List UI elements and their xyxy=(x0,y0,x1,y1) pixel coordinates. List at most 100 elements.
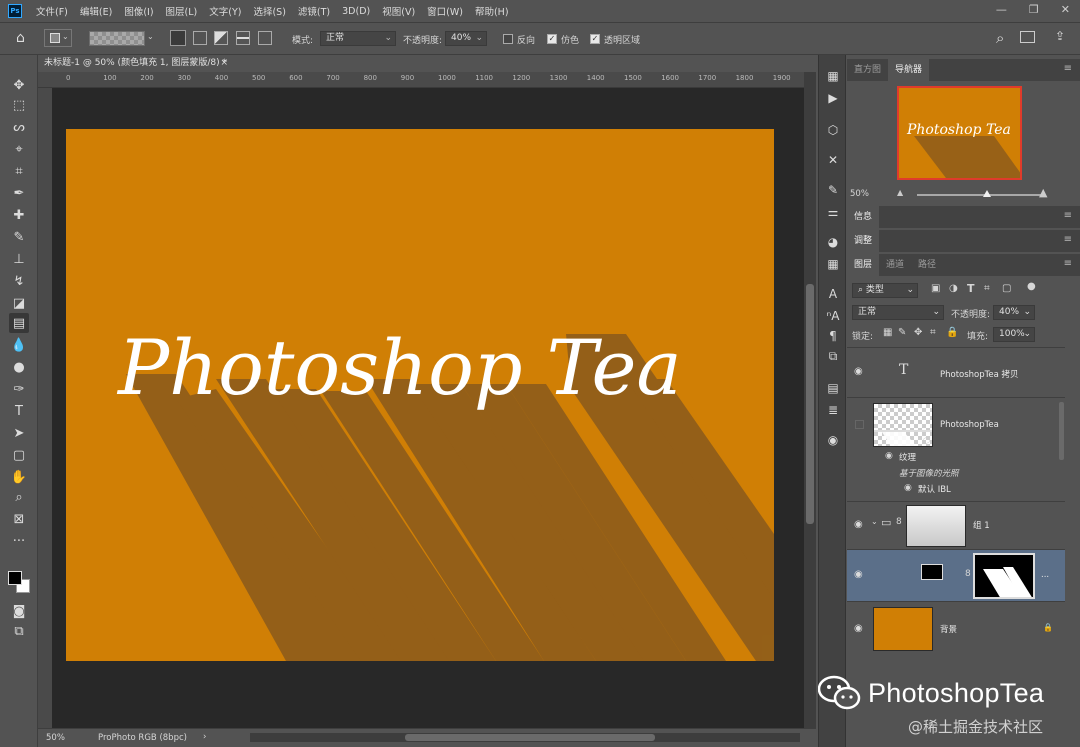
close-button[interactable]: ✕ xyxy=(1061,3,1070,16)
filter-smart-object-icon[interactable]: ▢ xyxy=(1002,283,1011,294)
linear-gradient-button[interactable] xyxy=(170,30,186,46)
eyedropper-tool-icon[interactable]: ✒ xyxy=(9,183,29,203)
gradient-dropdown-icon[interactable]: ⌄ xyxy=(147,32,154,41)
document-tab[interactable]: 未标题-1 @ 50% (颜色填充 1, 图层蒙版/8) * × xyxy=(38,55,234,72)
adjust-sliders-icon[interactable]: ⚌ xyxy=(823,203,843,221)
blur-tool-icon[interactable]: 💧 xyxy=(9,335,29,355)
move-tool-icon[interactable]: ✥ xyxy=(9,75,29,95)
minimize-button[interactable]: — xyxy=(996,3,1007,16)
menu-file[interactable]: 文件(F) xyxy=(36,4,68,18)
shape-tool-icon[interactable]: ▢ xyxy=(9,445,29,465)
lock-pixels-icon[interactable]: ✎ xyxy=(898,327,906,338)
zoom-in-icon[interactable]: ▲ xyxy=(1039,186,1047,199)
color-panel-icon[interactable]: ◕ xyxy=(823,233,843,251)
ibl-eye-icon[interactable]: ◉ xyxy=(904,483,912,493)
navigator-preview[interactable]: Photoshop Tea xyxy=(897,86,1022,180)
tab-close-icon[interactable]: × xyxy=(220,55,228,72)
glyphs-panel-icon[interactable]: ⁿA xyxy=(823,307,843,325)
menu-type[interactable]: 文字(Y) xyxy=(209,4,241,18)
horizontal-scroll-thumb[interactable] xyxy=(405,734,655,741)
lock-all-icon[interactable]: 🔒 xyxy=(946,327,958,338)
stamp-tool-icon[interactable]: ⊥ xyxy=(9,249,29,269)
menu-view[interactable]: 视图(V) xyxy=(382,4,415,18)
menu-filter[interactable]: 滤镜(T) xyxy=(298,4,330,18)
reflected-gradient-button[interactable] xyxy=(236,31,250,45)
actions-play-icon[interactable]: ▶ xyxy=(823,89,843,107)
tab-navigator[interactable]: 导航器 xyxy=(888,59,930,81)
menu-select[interactable]: 选择(S) xyxy=(253,4,285,18)
dodge-tool-icon[interactable]: ● xyxy=(9,357,29,377)
marquee-tool-icon[interactable]: ⬚ xyxy=(9,95,29,115)
status-arrow-icon[interactable]: › xyxy=(203,732,206,742)
character-panel-icon[interactable]: A xyxy=(823,285,843,303)
layer-filter-select[interactable]: ⌕ 类型 ⌄ xyxy=(852,283,918,298)
lock-artboard-icon[interactable]: ⌗ xyxy=(930,327,936,338)
filter-toggle-icon[interactable]: ● xyxy=(1027,281,1036,292)
filter-pixel-icon[interactable]: ▣ xyxy=(931,283,940,294)
tab-layers[interactable]: 图层 xyxy=(847,254,880,276)
brush-tool-icon[interactable]: ✎ xyxy=(9,227,29,247)
hand-tool-icon[interactable]: ✋ xyxy=(9,467,29,487)
screen-mode-icon[interactable]: ⧉ xyxy=(9,621,29,641)
lock-position-icon[interactable]: ✥ xyxy=(914,327,922,338)
zoom-level[interactable]: 50% xyxy=(46,733,65,743)
filter-type-icon[interactable]: T xyxy=(967,282,975,295)
gradient-preview[interactable] xyxy=(89,31,145,46)
paragraph-styles-icon[interactable]: ⧉ xyxy=(823,347,843,365)
3d-panel-icon[interactable]: ⬡ xyxy=(823,121,843,139)
vertical-scrollbar[interactable] xyxy=(804,72,816,728)
pen-tool-icon[interactable]: ✑ xyxy=(9,379,29,399)
visibility-eye-icon[interactable]: ◉ xyxy=(854,569,866,580)
layer-row[interactable]: ⬡ PhotoshopTea xyxy=(847,397,1065,465)
foreground-color-swatch[interactable] xyxy=(8,571,22,585)
quick-mask-icon[interactable]: ◙ xyxy=(9,601,29,621)
visibility-eye-icon[interactable]: ◉ xyxy=(854,366,866,377)
filter-shape-icon[interactable]: ⌗ xyxy=(984,283,990,294)
tab-adjustments[interactable]: 调整 xyxy=(847,230,880,252)
menu-layer[interactable]: 图层(L) xyxy=(166,4,198,18)
tab-histogram[interactable]: 直方图 xyxy=(847,59,888,81)
dither-checkbox[interactable]: ✓ xyxy=(547,34,557,44)
menu-edit[interactable]: 编辑(E) xyxy=(80,4,112,18)
panel-menu-icon[interactable]: ≡ xyxy=(1064,210,1072,221)
angle-gradient-button[interactable] xyxy=(214,31,228,45)
workspace-icon[interactable] xyxy=(1020,31,1035,43)
swatches-panel-icon[interactable]: ▦ xyxy=(823,255,843,273)
menu-help[interactable]: 帮助(H) xyxy=(475,4,509,18)
type-tool-icon[interactable]: T xyxy=(9,401,29,421)
visibility-eye-icon[interactable]: ◉ xyxy=(854,623,866,634)
share-icon[interactable]: ⇪ xyxy=(1055,29,1065,43)
menu-image[interactable]: 图像(I) xyxy=(124,4,153,18)
properties-panel-icon[interactable]: ≣ xyxy=(823,401,843,419)
radial-gradient-button[interactable] xyxy=(193,31,207,45)
layers-scroll-thumb[interactable] xyxy=(1059,402,1064,460)
libraries-panel-icon[interactable]: ▤ xyxy=(823,379,843,397)
zoom-slider-knob[interactable] xyxy=(983,190,991,197)
diamond-gradient-button[interactable] xyxy=(258,31,272,45)
horizontal-scrollbar[interactable] xyxy=(250,733,800,742)
eraser-tool-icon[interactable]: ◪ xyxy=(9,293,29,313)
layer-row-selected[interactable]: ◉ 8 ... xyxy=(847,549,1065,601)
tool-presets-icon[interactable]: ✕ xyxy=(823,151,843,169)
healing-brush-tool-icon[interactable]: ✚ xyxy=(9,205,29,225)
document-canvas[interactable]: Photoshop Tea xyxy=(66,129,774,661)
layer-row[interactable]: ◉ T PhotoshopTea 拷贝 xyxy=(847,347,1065,397)
layer-row[interactable]: ◉ ⌄ ▭ 8 组 1 xyxy=(847,501,1065,549)
navigator-zoom-slider[interactable] xyxy=(917,190,1045,197)
tab-info[interactable]: 信息 xyxy=(847,206,880,228)
gradient-tool-icon[interactable]: ▤ xyxy=(9,313,29,333)
edit-toolbar-icon[interactable]: ⊠ xyxy=(9,509,29,529)
tab-paths[interactable]: 路径 xyxy=(911,254,943,276)
maximize-button[interactable]: ❐ xyxy=(1029,3,1039,16)
transparency-checkbox[interactable]: ✓ xyxy=(590,34,600,44)
home-icon[interactable]: ⌂ xyxy=(16,30,25,46)
crop-tool-icon[interactable]: ⌗ xyxy=(9,161,29,181)
panel-menu-icon[interactable]: ≡ xyxy=(1064,63,1072,74)
search-icon[interactable]: ⌕ xyxy=(996,29,1004,47)
path-select-tool-icon[interactable]: ➤ xyxy=(9,423,29,443)
tool-preset-picker[interactable]: ⌄ xyxy=(44,29,72,47)
texture-eye-icon[interactable]: ◉ xyxy=(885,451,893,461)
menu-3d[interactable]: 3D(D) xyxy=(342,6,370,17)
vertical-scroll-thumb[interactable] xyxy=(806,284,814,524)
zoom-tool-icon[interactable]: ⌕ xyxy=(9,487,29,507)
